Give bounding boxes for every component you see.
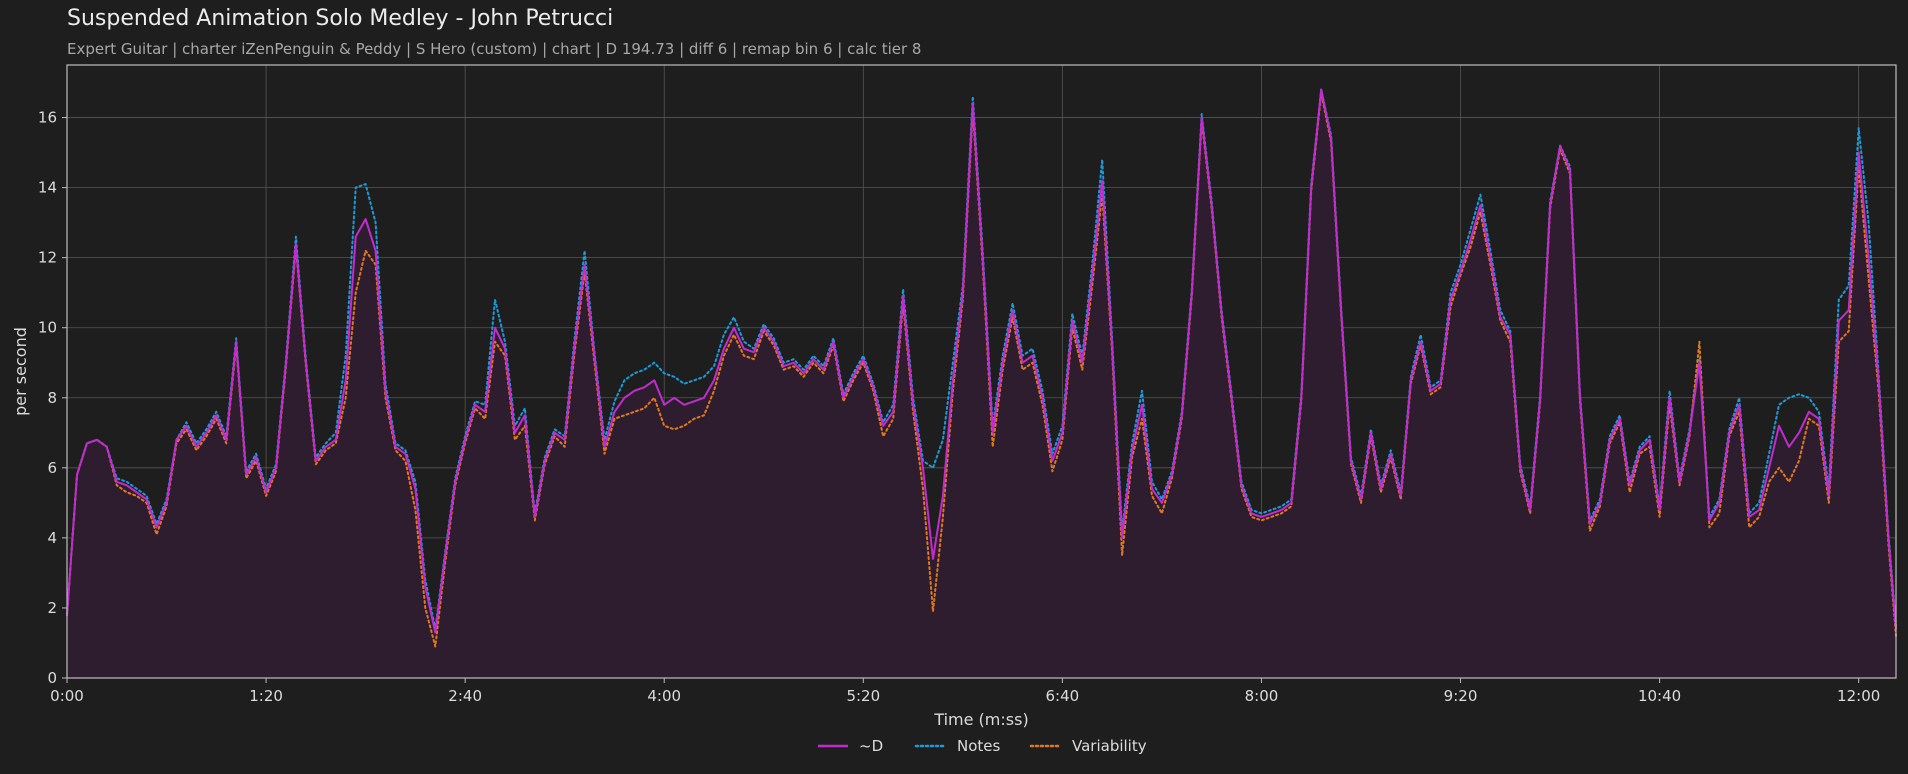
legend: ~D Notes Variability <box>818 737 1147 755</box>
x-tick-label-3: 4:00 <box>647 687 681 705</box>
y-tick-label-1: 2 <box>47 599 57 617</box>
legend-label-1: Notes <box>957 737 1001 755</box>
legend-label-0: ~D <box>859 737 883 755</box>
x-tick-label-1: 1:20 <box>249 687 283 705</box>
x-tick-label-2: 2:40 <box>448 687 482 705</box>
y-tick-label-7: 14 <box>38 179 57 197</box>
y-tick-label-0: 0 <box>47 669 57 687</box>
x-tick-label-5: 6:40 <box>1046 687 1080 705</box>
x-tick-label-7: 9:20 <box>1444 687 1478 705</box>
x-tick-label-8: 10:40 <box>1638 687 1681 705</box>
x-tick-label-0: 0:00 <box>50 687 84 705</box>
y-tick-label-5: 10 <box>38 319 57 337</box>
area-layer <box>67 89 1896 678</box>
x-tick-label-9: 12:00 <box>1837 687 1880 705</box>
legend-label-2: Variability <box>1072 737 1147 755</box>
y-tick-label-3: 6 <box>47 459 57 477</box>
y-tick-label-2: 4 <box>47 529 57 547</box>
x-tick-label-6: 8:00 <box>1245 687 1279 705</box>
chart-svg: 0:00 1:20 2:40 4:00 5:20 6:40 8:00 9:20 10:40 12:… <box>11 64 1897 755</box>
x-axis-label: Time (m:ss) <box>933 710 1028 729</box>
y-tick-label-8: 16 <box>38 109 57 127</box>
y-axis-label: per second <box>11 327 30 416</box>
x-tick-label-4: 5:20 <box>846 687 880 705</box>
y-tick-label-4: 8 <box>47 389 57 407</box>
y-tick-label-6: 12 <box>38 249 57 267</box>
series-area-fill <box>67 89 1896 678</box>
